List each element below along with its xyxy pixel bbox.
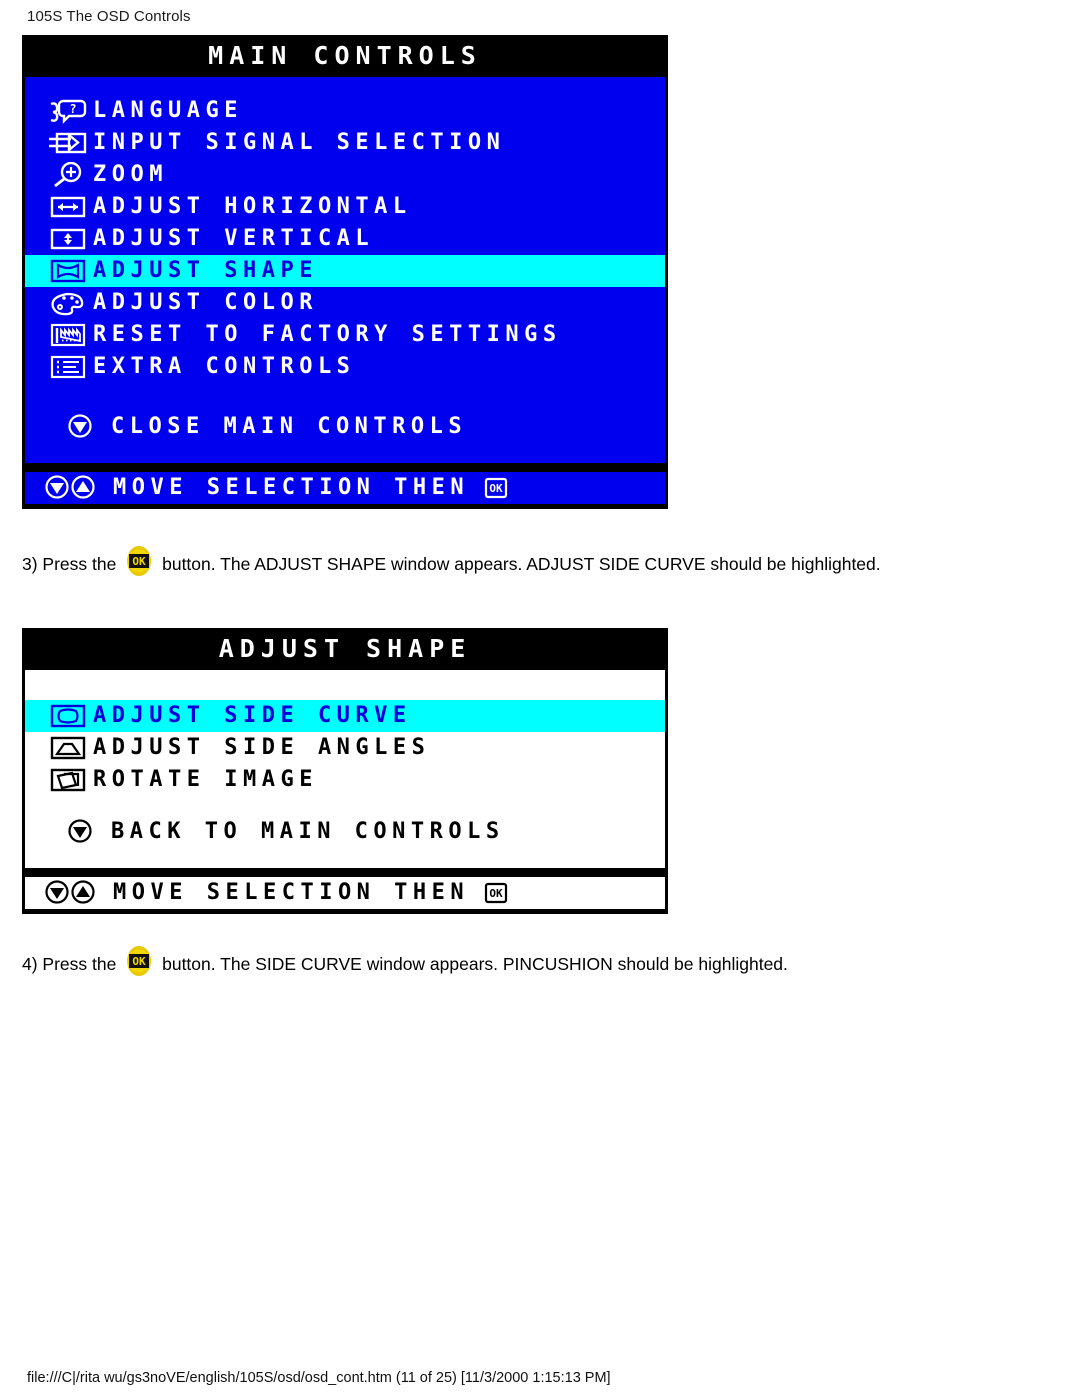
horizontal-arrows-icon [47, 194, 93, 220]
osd-item-back-to-main-controls[interactable]: BACK TO MAIN CONTROLS [25, 816, 665, 848]
step-4-text-after: button. The SIDE CURVE window appears. P… [162, 954, 788, 974]
osd-item-label: ROTATE IMAGE [93, 767, 318, 792]
side-angles-trapezoid-icon [47, 735, 93, 761]
step-4-text-before: 4) Press the [22, 954, 117, 974]
osd-item-adjust-shape[interactable]: ADJUST SHAPE [25, 255, 665, 287]
up-arrow-circle-icon [71, 475, 95, 499]
osd-item-label: RESET TO FACTORY SETTINGS [93, 322, 562, 347]
osd-item-adjust-side-curve[interactable]: ADJUST SIDE CURVE [25, 700, 665, 732]
osd-adjust-shape-panel: ADJUST SHAPE ADJUST SIDE CURVE ADJUST SI… [22, 628, 672, 918]
down-arrow-circle-icon [65, 413, 111, 441]
svg-text:OK: OK [490, 482, 504, 495]
osd-main-controls-panel: MAIN CONTROLS ? LANGUAGE INPUT SIGNAL SE… [22, 35, 672, 513]
osd-item-label: ADJUST COLOR [93, 290, 318, 315]
osd-item-input-signal-selection[interactable]: INPUT SIGNAL SELECTION [25, 127, 665, 159]
osd-item-adjust-vertical[interactable]: ADJUST VERTICAL [25, 223, 665, 255]
up-arrow-circle-icon [71, 880, 95, 904]
osd-main-controls-title: MAIN CONTROLS [22, 35, 668, 77]
ok-button-icon[interactable]: OK [124, 945, 154, 990]
ok-key-icon: OK [483, 476, 509, 500]
language-speech-bubble-icon: ? [47, 98, 93, 124]
page-footer-path: file:///C|/rita wu/gs3noVE/english/105S/… [27, 1370, 611, 1386]
osd-item-adjust-side-angles[interactable]: ADJUST SIDE ANGLES [25, 732, 665, 764]
osd-item-label: INPUT SIGNAL SELECTION [93, 130, 506, 155]
rotate-image-icon [47, 767, 93, 793]
move-selection-icons [43, 879, 99, 907]
ok-key-icon: OK [483, 881, 509, 905]
input-signal-arrow-icon [47, 130, 93, 156]
color-palette-icon [47, 290, 93, 316]
step-3-text-after: button. The ADJUST SHAPE window appears.… [162, 554, 881, 574]
osd-item-reset-to-factory-settings[interactable]: RESET TO FACTORY SETTINGS [25, 319, 665, 351]
osd-item-label: BACK TO MAIN CONTROLS [111, 819, 505, 844]
extra-controls-list-icon [47, 354, 93, 380]
osd-main-controls-footer-bar: MOVE SELECTION THEN OK [22, 467, 668, 509]
osd-item-label: EXTRA CONTROLS [93, 354, 356, 379]
osd-item-label: CLOSE MAIN CONTROLS [111, 414, 468, 439]
svg-text:OK: OK [133, 555, 147, 568]
osd-adjust-shape-title: ADJUST SHAPE [22, 628, 668, 670]
osd-item-label: LANGUAGE [93, 98, 243, 123]
osd-item-close-main-controls[interactable]: CLOSE MAIN CONTROLS [25, 411, 665, 443]
side-curve-icon [47, 703, 93, 729]
step-3-instruction: 3) Press the OK button. The ADJUST SHAPE… [22, 545, 1062, 590]
osd-item-label: ZOOM [93, 162, 168, 187]
osd-item-label: ADJUST HORIZONTAL [93, 194, 412, 219]
osd-item-language[interactable]: ? LANGUAGE [25, 95, 665, 127]
factory-reset-icon [47, 322, 93, 348]
osd-item-adjust-horizontal[interactable]: ADJUST HORIZONTAL [25, 191, 665, 223]
ok-button-icon[interactable]: OK [124, 545, 154, 590]
move-selection-icons [43, 474, 99, 502]
step-3-text-before: 3) Press the [22, 554, 117, 574]
osd-footer-label: MOVE SELECTION THEN [113, 475, 470, 500]
osd-main-controls-body: ? LANGUAGE INPUT SIGNAL SELECTION ZOOM A… [22, 77, 668, 467]
svg-text:OK: OK [490, 887, 504, 900]
osd-item-zoom[interactable]: ZOOM [25, 159, 665, 191]
osd-footer-label: MOVE SELECTION THEN [113, 880, 470, 905]
osd-adjust-shape-body: ADJUST SIDE CURVE ADJUST SIDE ANGLES ROT… [22, 670, 668, 872]
osd-item-label: ADJUST SIDE CURVE [93, 703, 412, 728]
osd-item-label: ADJUST SHAPE [93, 258, 318, 283]
zoom-magnifier-plus-icon [47, 162, 93, 188]
osd-item-adjust-color[interactable]: ADJUST COLOR [25, 287, 665, 319]
osd-item-rotate-image[interactable]: ROTATE IMAGE [25, 764, 665, 796]
page-title: 105S The OSD Controls [27, 8, 191, 25]
osd-item-label: ADJUST SIDE ANGLES [93, 735, 431, 760]
svg-text:?: ? [69, 102, 76, 116]
svg-text:OK: OK [133, 955, 147, 968]
step-4-instruction: 4) Press the OK button. The SIDE CURVE w… [22, 945, 1062, 990]
adjust-shape-icon [47, 258, 93, 284]
osd-adjust-shape-footer-bar: MOVE SELECTION THEN OK [22, 872, 668, 914]
osd-item-label: ADJUST VERTICAL [93, 226, 375, 251]
osd-item-extra-controls[interactable]: EXTRA CONTROLS [25, 351, 665, 383]
down-arrow-circle-icon [65, 818, 111, 846]
vertical-arrows-icon [47, 226, 93, 252]
